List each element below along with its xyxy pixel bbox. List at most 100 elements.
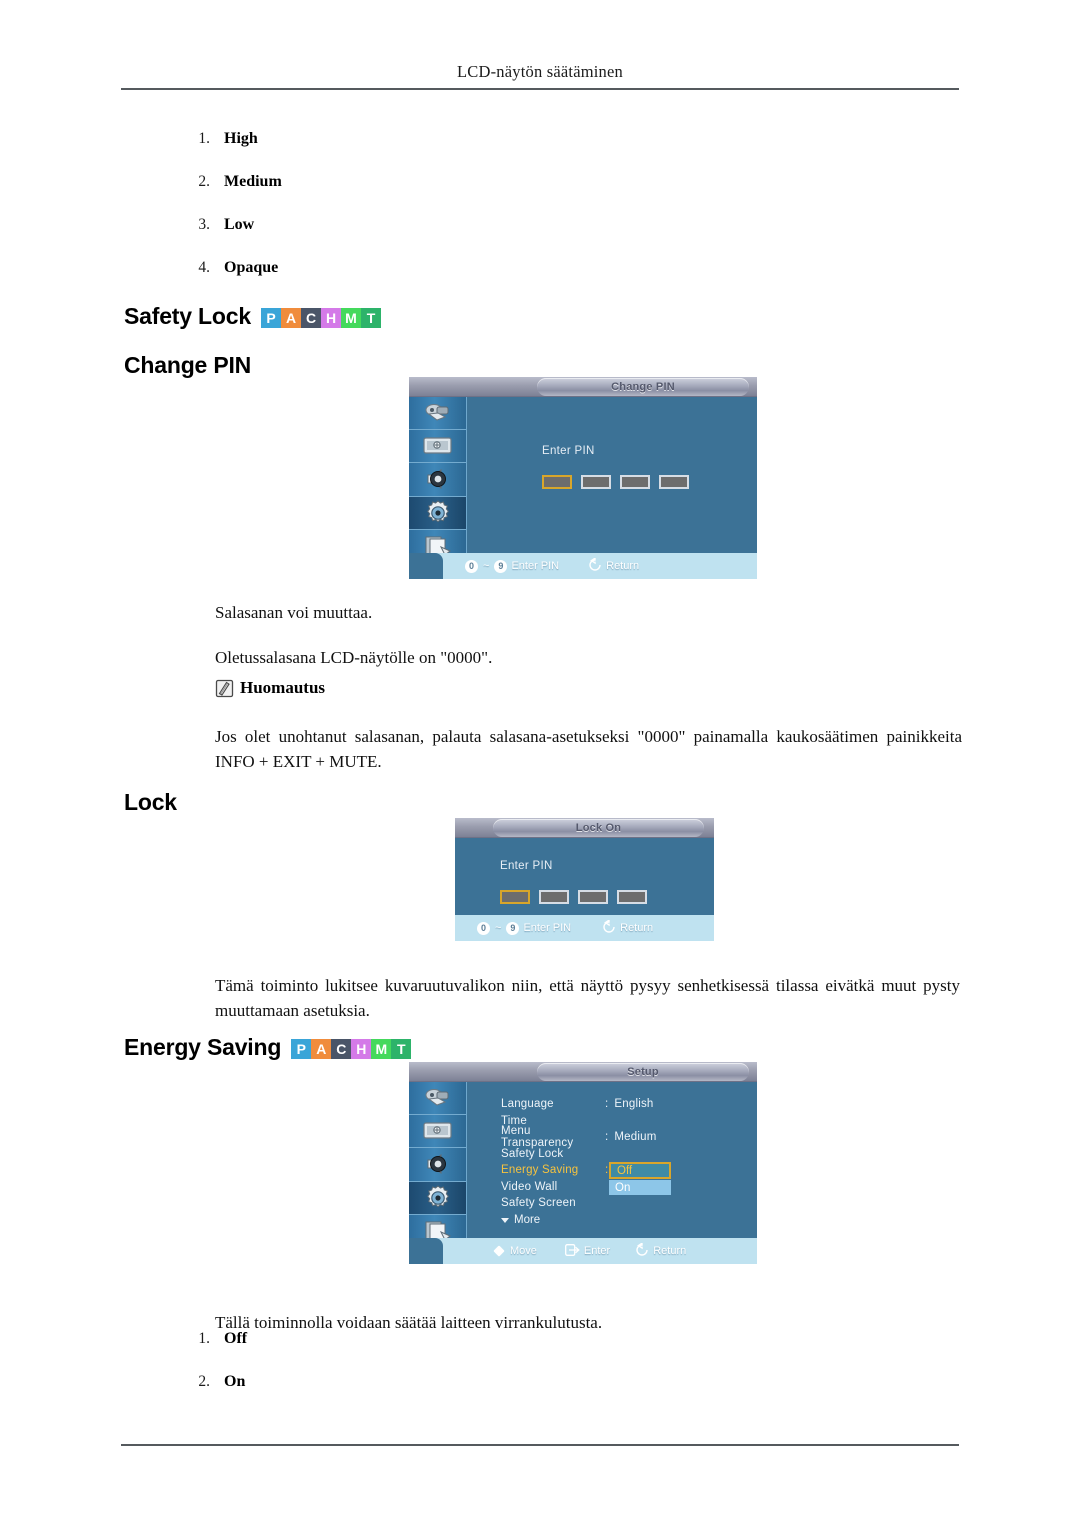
enter-key-icon <box>564 1243 580 1259</box>
osd-title-text: Change PIN <box>611 381 675 393</box>
model-badge-strip-safety-lock: P A C H M T <box>260 307 381 328</box>
pin-entry-row[interactable] <box>500 890 647 904</box>
hint-move: Move <box>493 1245 537 1257</box>
note-pencil-icon <box>215 679 234 698</box>
osd-title-text: Setup <box>627 1066 659 1078</box>
rail-item-setup[interactable] <box>409 1181 466 1215</box>
list-item-label: High <box>224 130 258 147</box>
badge-t: T <box>360 307 381 328</box>
pin-box-4[interactable] <box>659 475 689 489</box>
hint-label: Return <box>620 922 654 934</box>
keycap-zero: 0 <box>465 559 478 573</box>
pin-entry-row[interactable] <box>542 475 689 489</box>
heading-text: Energy Saving <box>124 1034 282 1060</box>
menu-more-label: More <box>514 1214 541 1226</box>
pin-box-1[interactable] <box>542 475 572 489</box>
badge-p: P <box>291 1038 312 1059</box>
badge-h: H <box>320 307 341 328</box>
pin-box-2[interactable] <box>539 890 569 904</box>
list-item: 4. Opaque <box>176 259 282 302</box>
badge-t: T <box>391 1038 412 1059</box>
osd-screenshot-lock-on: Lock On Enter PIN 0 ~ 9 Enter PIN Return <box>455 818 714 941</box>
list-item: 2. On <box>176 1373 247 1416</box>
sound-icon <box>424 1152 452 1176</box>
hint-label: Return <box>606 560 640 572</box>
osd-title-pill: Change PIN <box>537 378 749 396</box>
transparency-option-list: 1. High 2. Medium 3. Low 4. Opaque <box>176 130 282 302</box>
rail-item-input-source[interactable] <box>409 1082 466 1116</box>
menu-row-safety-screen[interactable]: Safety Screen <box>501 1195 751 1212</box>
chevron-down-icon <box>501 1217 509 1223</box>
footer-notch <box>409 1238 443 1264</box>
menu-label: Safety Screen <box>501 1197 576 1210</box>
osd-content-area: Language : English Time Menu Transparenc… <box>467 1082 757 1238</box>
pin-box-2[interactable] <box>581 475 611 489</box>
pin-box-4[interactable] <box>617 890 647 904</box>
heading-change-pin: Change PIN <box>124 352 251 379</box>
hint-enter: Enter <box>564 1243 611 1259</box>
rail-item-sound[interactable] <box>409 1148 466 1182</box>
pin-box-1[interactable] <box>500 890 530 904</box>
osd-sidebar-rail <box>409 397 467 579</box>
rail-item-picture[interactable] <box>409 1115 466 1149</box>
enter-pin-label: Enter PIN <box>500 860 553 872</box>
keycap-range-separator: ~ <box>483 560 490 572</box>
picture-icon <box>422 1120 454 1142</box>
list-item-number: 1. <box>198 1330 210 1347</box>
menu-more-row[interactable]: More <box>501 1214 540 1226</box>
menu-row-menu-transparency[interactable]: Menu Transparency : Medium <box>501 1125 751 1149</box>
list-item: 3. Low <box>176 216 282 259</box>
menu-colon: : <box>605 1131 609 1144</box>
hint-enter-pin: 0 ~ 9 Enter PIN <box>465 559 559 573</box>
menu-label: Energy Saving <box>501 1164 579 1177</box>
picture-icon <box>422 435 454 457</box>
osd-title-text: Lock On <box>575 822 622 834</box>
list-item-number: 2. <box>198 173 210 190</box>
rail-item-setup[interactable] <box>409 496 466 530</box>
rail-item-sound[interactable] <box>409 463 466 497</box>
list-item-number: 1. <box>198 130 210 147</box>
hint-label: Return <box>653 1245 687 1257</box>
heading-text: Safety Lock <box>124 303 251 329</box>
sound-icon <box>424 467 452 491</box>
menu-colon: : <box>605 1164 609 1177</box>
heading-lock: Lock <box>124 789 177 816</box>
energy-saving-dropdown[interactable]: Off On <box>609 1162 671 1195</box>
menu-row-safety-lock[interactable]: Safety Lock <box>501 1146 751 1163</box>
osd-title-pill: Setup <box>537 1063 749 1081</box>
footer-notch <box>409 553 443 579</box>
rail-item-input-source[interactable] <box>409 397 466 431</box>
menu-label: Safety Lock <box>501 1147 564 1160</box>
hint-return: Return <box>636 1241 687 1259</box>
heading-text: Change PIN <box>124 352 252 378</box>
menu-row-language[interactable]: Language : English <box>501 1096 751 1113</box>
badge-p: P <box>260 307 281 328</box>
manual-page: LCD-näytön säätäminen 1. High 2. Medium … <box>0 0 1080 1527</box>
list-item-label: Opaque <box>224 259 279 276</box>
osd-footer-hints: Move Enter Return <box>409 1238 757 1264</box>
dropdown-option-off[interactable]: Off <box>609 1162 671 1179</box>
keycap-range-separator: ~ <box>495 922 502 934</box>
osd-screenshot-setup: Setup Language: English Time Menu Trans… <box>409 1062 757 1264</box>
rail-item-picture[interactable] <box>409 430 466 464</box>
paragraph-salasanan: Salasanan voi muuttaa. <box>215 603 373 622</box>
list-item-label: Medium <box>224 173 282 190</box>
heading-text: Lock <box>124 789 177 815</box>
hint-label: Move <box>510 1245 537 1257</box>
pin-box-3[interactable] <box>620 475 650 489</box>
return-arrow-icon <box>589 556 602 574</box>
energy-option-list: 1. Off 2. On <box>176 1330 247 1416</box>
osd-sidebar-rail <box>409 1082 467 1264</box>
note-heading: Huomautus <box>215 678 325 698</box>
dropdown-option-on[interactable]: On <box>609 1180 671 1195</box>
osd-footer-hints: 0 ~ 9 Enter PIN Return <box>455 915 714 941</box>
pin-box-3[interactable] <box>578 890 608 904</box>
note-label: Huomautus <box>240 678 326 697</box>
osd-footer-hints: 0 ~ 9 Enter PIN Return <box>409 553 757 579</box>
paragraph-reset-pin: Jos olet unohtanut salasanan, palauta sa… <box>215 727 962 771</box>
badge-m: M <box>340 307 361 328</box>
model-badge-strip-energy-saving: P A C H M T <box>291 1038 412 1059</box>
osd-title-pill: Lock On <box>493 819 704 837</box>
list-item-label: Low <box>224 216 255 233</box>
hint-label: Enter <box>583 1245 611 1257</box>
